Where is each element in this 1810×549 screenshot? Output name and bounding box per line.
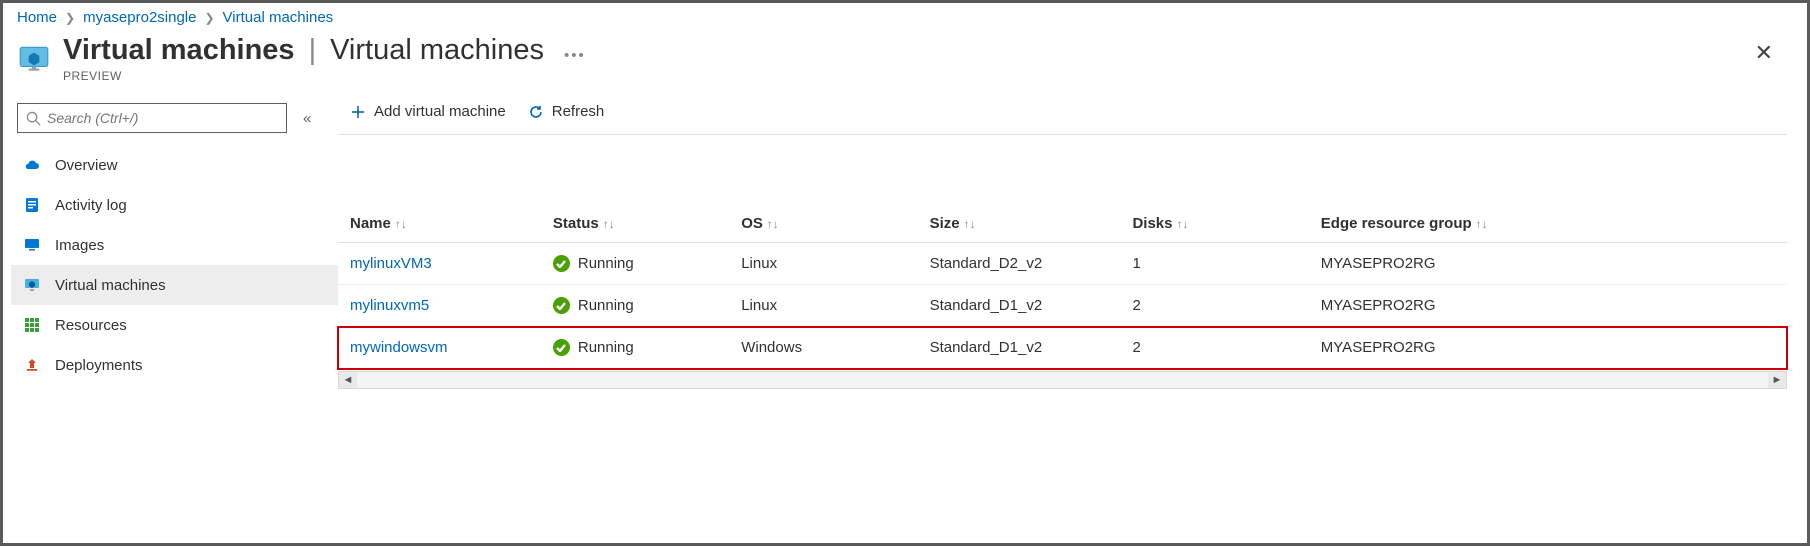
sort-icon: ↑↓ (395, 217, 407, 231)
vm-size: Standard_D1_v2 (918, 327, 1121, 369)
search-icon (26, 111, 41, 126)
page-title: Virtual machines (63, 34, 295, 67)
vm-status: Running (541, 285, 729, 327)
vm-status: Running (541, 243, 729, 285)
vm-os: Linux (729, 243, 917, 285)
sidebar-item-label: Images (55, 237, 104, 254)
table-row[interactable]: mylinuxVM3 Running Linux Standard_D2_v2 … (338, 243, 1787, 285)
cloud-icon (23, 156, 41, 174)
vm-disks: 2 (1120, 327, 1308, 369)
refresh-button[interactable]: Refresh (528, 103, 605, 120)
chevron-right-icon: ❯ (204, 11, 214, 25)
vm-os: Windows (729, 327, 917, 369)
breadcrumb-page[interactable]: Virtual machines (223, 9, 334, 26)
col-status[interactable]: Status↑↓ (541, 205, 729, 243)
vm-name-link[interactable]: mywindowsvm (338, 327, 541, 369)
chevron-right-icon: ❯ (65, 11, 75, 25)
refresh-icon (528, 104, 544, 120)
scroll-right-icon[interactable]: ► (1768, 372, 1786, 388)
plus-icon (350, 104, 366, 120)
vm-size: Standard_D1_v2 (918, 285, 1121, 327)
col-size[interactable]: Size↑↓ (918, 205, 1121, 243)
breadcrumb: Home ❯ myasepro2single ❯ Virtual machine… (3, 3, 1807, 30)
sidebar-item-virtual-machines[interactable]: Virtual machines (11, 265, 338, 305)
breadcrumb-resource[interactable]: myasepro2single (83, 9, 196, 26)
sort-icon: ↑↓ (1176, 217, 1188, 231)
preview-badge: PREVIEW (63, 69, 1745, 83)
vm-resource-group: MYASEPRO2RG (1309, 285, 1787, 327)
page-subtitle: Virtual machines (330, 34, 544, 67)
sort-icon: ↑↓ (603, 217, 615, 231)
sidebar-item-label: Virtual machines (55, 277, 166, 294)
sidebar-item-label: Deployments (55, 357, 143, 374)
toolbar-label: Refresh (552, 103, 605, 120)
breadcrumb-home[interactable]: Home (17, 9, 57, 26)
collapse-sidebar-icon[interactable]: « (303, 110, 311, 127)
upload-icon (23, 356, 41, 374)
sidebar-item-deployments[interactable]: Deployments (11, 345, 338, 385)
grid-icon (23, 316, 41, 334)
vm-name-link[interactable]: mylinuxVM3 (338, 243, 541, 285)
sidebar-item-label: Overview (55, 157, 118, 174)
toolbar: Add virtual machine Refresh (338, 101, 1787, 135)
vm-table: Name↑↓ Status↑↓ OS↑↓ Size↑↓ Disks↑↓ Edge… (338, 205, 1787, 369)
sidebar-item-overview[interactable]: Overview (11, 145, 338, 185)
search-input[interactable] (47, 110, 278, 126)
page-header: Virtual machines | Virtual machines ••• … (3, 30, 1807, 101)
vm-resource-group: MYASEPRO2RG (1309, 327, 1787, 369)
vm-disks: 1 (1120, 243, 1308, 285)
add-virtual-machine-button[interactable]: Add virtual machine (350, 103, 506, 120)
more-menu-icon[interactable]: ••• (564, 37, 586, 64)
sort-icon: ↑↓ (964, 217, 976, 231)
status-running-icon (553, 255, 570, 272)
content-area: Add virtual machine Refresh Name↑↓ Statu… (338, 101, 1807, 549)
sidebar-item-resources[interactable]: Resources (11, 305, 338, 345)
vm-status: Running (541, 327, 729, 369)
horizontal-scrollbar[interactable]: ◄ ► (338, 371, 1787, 389)
vm-resource-group: MYASEPRO2RG (1309, 243, 1787, 285)
sidebar-item-activity-log[interactable]: Activity log (11, 185, 338, 225)
vm-icon (23, 276, 41, 294)
col-name[interactable]: Name↑↓ (338, 205, 541, 243)
table-row[interactable]: mylinuxvm5 Running Linux Standard_D1_v2 … (338, 285, 1787, 327)
vm-disks: 2 (1120, 285, 1308, 327)
toolbar-label: Add virtual machine (374, 103, 506, 120)
sidebar: « Overview Activity log Images Virtual m… (3, 101, 338, 549)
table-row-highlighted[interactable]: mywindowsvm Running Windows Standard_D1_… (338, 327, 1787, 369)
sort-icon: ↑↓ (1476, 217, 1488, 231)
col-resource-group[interactable]: Edge resource group↑↓ (1309, 205, 1787, 243)
col-os[interactable]: OS↑↓ (729, 205, 917, 243)
log-icon (23, 196, 41, 214)
status-running-icon (553, 297, 570, 314)
sidebar-item-images[interactable]: Images (11, 225, 338, 265)
col-disks[interactable]: Disks↑↓ (1120, 205, 1308, 243)
sort-icon: ↑↓ (767, 217, 779, 231)
vm-os: Linux (729, 285, 917, 327)
scroll-left-icon[interactable]: ◄ (339, 372, 357, 388)
status-running-icon (553, 339, 570, 356)
monitor-icon (23, 236, 41, 254)
vm-name-link[interactable]: mylinuxvm5 (338, 285, 541, 327)
sidebar-item-label: Activity log (55, 197, 127, 214)
search-input-wrap[interactable] (17, 103, 287, 133)
title-separator: | (309, 34, 317, 67)
vm-size: Standard_D2_v2 (918, 243, 1121, 285)
close-button[interactable]: ✕ (1745, 34, 1783, 72)
sidebar-item-label: Resources (55, 317, 127, 334)
vm-resource-icon (17, 42, 51, 76)
